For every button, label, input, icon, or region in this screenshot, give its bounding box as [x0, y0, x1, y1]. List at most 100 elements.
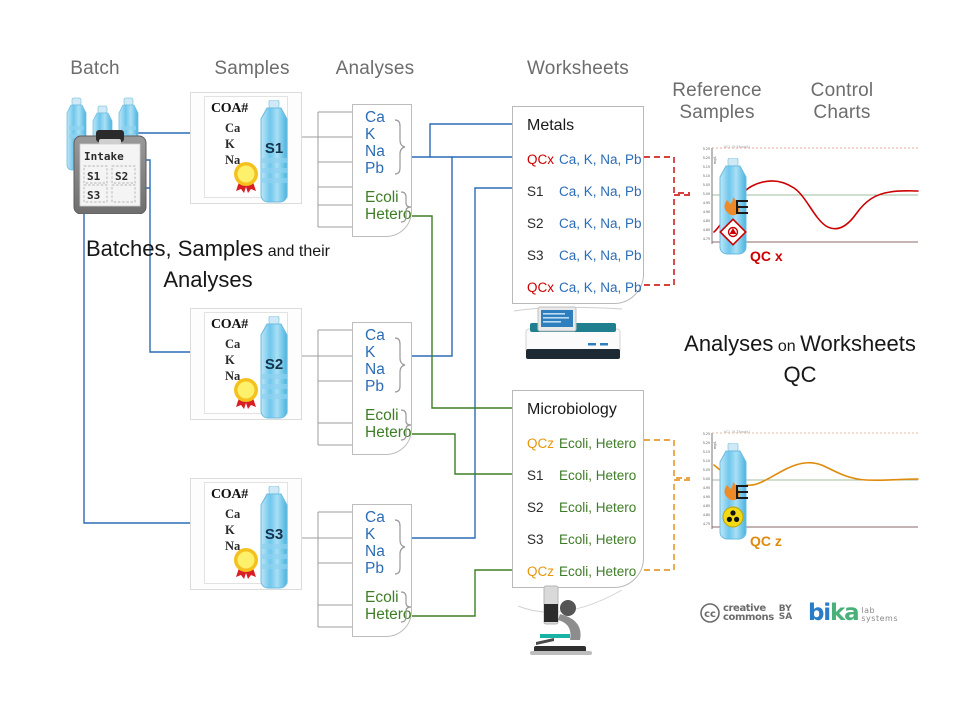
svg-text:5.25: 5.25: [703, 147, 710, 151]
coa-title: COA#: [211, 317, 248, 332]
clipboard-icon: Intake S1 S2 S3: [73, 130, 147, 215]
coa-title: COA#: [211, 101, 248, 116]
creative-commons-logo: cc creative commons BY SA: [700, 603, 792, 623]
analysis-pb: Pb: [365, 560, 384, 577]
analyzer-icon: [513, 306, 623, 359]
brace-micro-icon: [400, 591, 412, 623]
reference-sample-label-qcx: QC x: [750, 248, 783, 264]
worksheet-row-id: S3: [527, 532, 544, 547]
analysis-ca: Ca: [365, 509, 385, 526]
worksheet-row-analyses: Ca, K, Na, Pb: [559, 280, 642, 295]
worksheet-row[interactable]: S2 Ca, K, Na, Pb: [527, 216, 642, 231]
batch-icon[interactable]: Intake S1 S2 S3: [58, 92, 184, 215]
coa-analysis-k: K: [225, 523, 235, 537]
worksheet-row-analyses: Ca, K, Na, Pb: [559, 216, 642, 231]
brace-micro-icon: [400, 409, 412, 441]
sample-bottle-s1: S1: [250, 99, 298, 208]
sample-bottle-s2: S2: [250, 315, 298, 424]
column-header-batch: Batch: [40, 58, 150, 80]
worksheet-row-id: S1: [527, 468, 544, 483]
caption-left-line2: Analyses: [163, 267, 253, 292]
diagram-canvas: Batch Samples Analyses Worksheets Refere…: [0, 0, 960, 720]
worksheet-row-id: QCx: [527, 152, 554, 167]
caption-right-weak: on: [773, 338, 801, 355]
sample-bottle-label-s3: S3: [264, 526, 284, 543]
coa-hash: #: [241, 487, 248, 502]
coa-analysis-ca: Ca: [225, 121, 241, 135]
analysis-ecoli: Ecoli: [365, 589, 399, 606]
qc-z-panel[interactable]: 5.25 5.20 5.15 5.10 5.05 5.00 4.95 4.90 4.85 4…: [690, 425, 920, 555]
worksheet-row-analyses: Ca, K, Na, Pb: [559, 184, 642, 199]
worksheet-row[interactable]: S1 Ecoli, Hetero: [527, 468, 636, 483]
analysis-ca: Ca: [365, 109, 385, 126]
worksheet-row[interactable]: QCx Ca, K, Na, Pb: [527, 152, 642, 167]
microbiology-worksheet[interactable]: Microbiology QCz Ecoli, Hetero S1 Ecoli, H…: [512, 390, 644, 588]
cc-word-commons: commons: [723, 612, 774, 623]
column-header-worksheets: Worksheets: [508, 58, 648, 80]
worksheet-row[interactable]: QCx Ca, K, Na, Pb: [527, 280, 642, 295]
brace-micro-icon: [400, 191, 412, 223]
worksheet-row-id: S2: [527, 216, 544, 231]
analysis-k: K: [365, 526, 376, 543]
worksheet-title-microbiology: Microbiology: [527, 401, 617, 418]
batch-slot-s3: S3: [87, 189, 100, 202]
worksheet-title-metals: Metals: [527, 117, 575, 134]
worksheet-row[interactable]: S3 Ca, K, Na, Pb: [527, 248, 642, 263]
analyses-card-s3[interactable]: Ca K Na Pb Ecoli Hetero: [352, 504, 412, 637]
analysis-pb: Pb: [365, 160, 384, 177]
column-header-control-charts-label: Control Charts: [810, 80, 874, 123]
bika-wordmark: bika: [808, 600, 860, 626]
svg-text:cc: cc: [704, 609, 716, 620]
caption-right: Analyses on Worksheets QC: [655, 330, 945, 392]
reference-sample-bottle-qcz: [708, 442, 758, 543]
analysis-na: Na: [365, 361, 385, 378]
analysis-k: K: [365, 126, 376, 143]
column-header-worksheets-label: Worksheets: [527, 58, 629, 79]
analyses-card-s1[interactable]: Ca K Na Pb Ecoli Hetero: [352, 104, 412, 237]
column-header-samples: Samples: [196, 58, 308, 80]
worksheet-row[interactable]: S3 Ecoli, Hetero: [527, 532, 636, 547]
bika-lab-systems-logo: bika lab systems: [808, 600, 898, 626]
cc-sa: SA: [778, 612, 793, 622]
reference-sample-label-qcz: QC z: [750, 533, 782, 549]
biohazard-icon: [722, 506, 744, 528]
worksheet-row-analyses: Ca, K, Na, Pb: [559, 248, 642, 263]
coa-analysis-k: K: [225, 137, 235, 151]
coa-title: COA#: [211, 487, 248, 502]
worksheet-row-id: S2: [527, 500, 544, 515]
column-header-reference-samples-label: Reference Samples: [672, 80, 762, 123]
column-header-analyses: Analyses: [320, 58, 430, 80]
column-header-batch-label: Batch: [70, 58, 120, 79]
batch-slot-s2: S2: [115, 170, 128, 183]
coa-analysis-ca: Ca: [225, 507, 241, 521]
metals-worksheet[interactable]: Metals QCx Ca, K, Na, Pb S1 Ca, K, Na, Pb …: [512, 106, 644, 304]
analysis-na: Na: [365, 143, 385, 160]
batch-slot-s1: S1: [87, 170, 101, 183]
worksheet-row-analyses: Ecoli, Hetero: [559, 468, 637, 483]
analysis-k: K: [365, 344, 376, 361]
cc-circle-icon: cc: [700, 603, 720, 623]
worksheet-row[interactable]: QCz Ecoli, Hetero: [527, 436, 636, 451]
analyses-card-s2[interactable]: Ca K Na Pb Ecoli Hetero: [352, 322, 412, 455]
worksheet-row-id: QCx: [527, 280, 554, 295]
caption-left: Batches, Samples and their Analyses: [58, 235, 358, 297]
worksheet-row-analyses: Ecoli, Hetero: [559, 436, 637, 451]
qc-x-panel[interactable]: 5.25 5.20 5.15 5.10 5.05 5.00 4.95 4.90 4.85 4…: [690, 140, 920, 270]
coa-hash: #: [241, 317, 248, 332]
worksheet-row-id: S3: [527, 248, 544, 263]
worksheet-row[interactable]: QCz Ecoli, Hetero: [527, 564, 636, 579]
sample-card-s2[interactable]: COA# ▪ ▪ Ca K Na S2: [190, 308, 310, 426]
sample-card-s1[interactable]: COA# ▪ ▪ Ca K Na S1: [190, 92, 310, 210]
sample-card-s3[interactable]: COA# ▪ ▪ Ca K Na S3: [190, 478, 310, 596]
analysis-pb: Pb: [365, 378, 384, 395]
bika-letter-k: k: [829, 600, 845, 626]
caption-right-line2: QC: [783, 362, 817, 387]
worksheet-row-analyses: Ca, K, Na, Pb: [559, 152, 642, 167]
worksheet-row[interactable]: S1 Ca, K, Na, Pb: [527, 184, 642, 199]
worksheet-row[interactable]: S2 Ecoli, Hetero: [527, 500, 636, 515]
caption-left-strong: Batches, Samples: [85, 236, 264, 261]
column-header-analyses-label: Analyses: [335, 58, 415, 79]
coa-analysis-ca: Ca: [225, 337, 241, 351]
worksheet-row-id: S1: [527, 184, 544, 199]
caption-left-weak: and their: [263, 243, 331, 260]
